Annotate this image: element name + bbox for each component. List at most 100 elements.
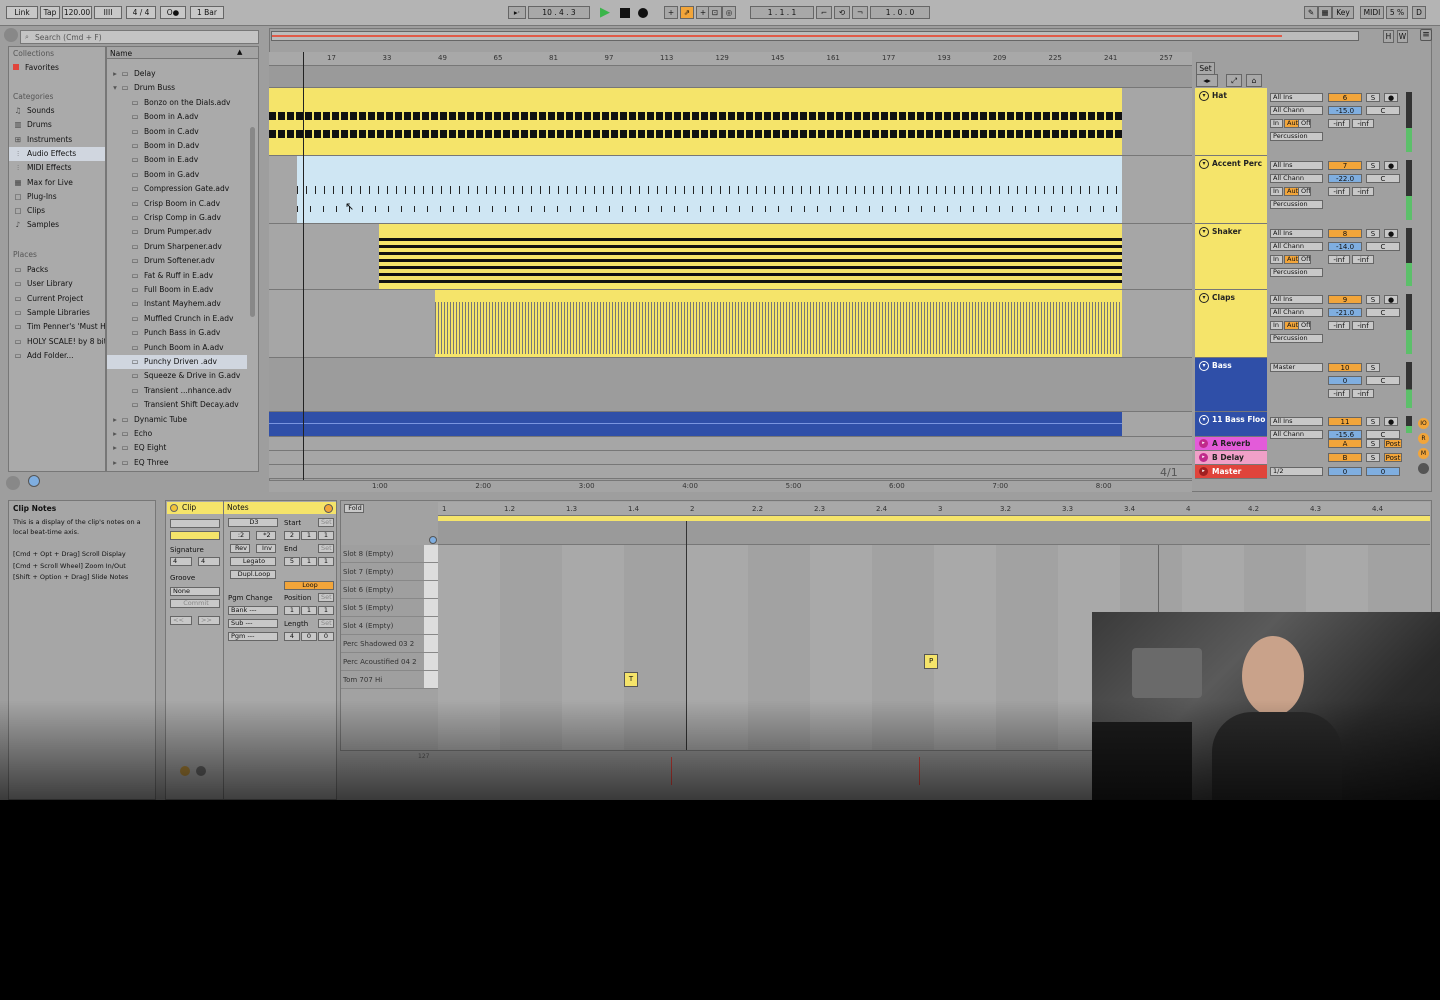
volume-field[interactable]: -21.0 bbox=[1328, 308, 1362, 317]
master-pan-field[interactable]: 0 bbox=[1366, 467, 1400, 476]
fold-track-icon[interactable]: ▾ bbox=[1199, 293, 1209, 303]
browser-item[interactable]: ▸ ▭ EQ Three bbox=[107, 456, 247, 470]
follow-icon[interactable]: ▸· bbox=[508, 6, 526, 19]
track-header[interactable]: ▾ Shaker bbox=[1195, 224, 1267, 290]
input-type-select[interactable]: All Ins bbox=[1270, 295, 1323, 304]
track-header[interactable]: ▾ 11 Bass Floo bbox=[1195, 412, 1267, 437]
browser-item[interactable]: ▭ Crisp Boom in C.adv bbox=[107, 197, 247, 211]
browser-item[interactable]: ▭ Punch Boom in A.adv bbox=[107, 341, 247, 355]
track-lane-master[interactable] bbox=[269, 465, 1192, 479]
cue-out-select[interactable]: 1/2 bbox=[1270, 467, 1323, 476]
browser-item[interactable]: ▭ Boom in E.adv bbox=[107, 153, 247, 167]
io-icon[interactable]: IO bbox=[1418, 418, 1429, 429]
disclosure-icon[interactable]: ▸ bbox=[111, 441, 119, 455]
name-column-header[interactable]: Name bbox=[110, 49, 132, 58]
volume-field[interactable]: -22.0 bbox=[1328, 174, 1362, 183]
track-activator[interactable]: 6 bbox=[1328, 93, 1362, 102]
invert-button[interactable]: Inv bbox=[256, 544, 276, 553]
pan-field[interactable]: C bbox=[1366, 106, 1400, 115]
output-select[interactable]: Percussion bbox=[1270, 132, 1323, 141]
category-item[interactable]: ▥ Drums bbox=[9, 118, 105, 132]
pan-field[interactable]: C bbox=[1366, 376, 1400, 385]
fold-track-icon[interactable]: ▾ bbox=[1199, 159, 1209, 169]
clip-name-field[interactable] bbox=[170, 519, 220, 528]
monitor-off-button[interactable]: Off bbox=[1298, 187, 1311, 196]
place-item[interactable]: ▭ HOLY SCALE! by 8 bit bbox=[9, 335, 105, 349]
fold-icon[interactable]: ⤢ bbox=[1226, 74, 1242, 87]
track-lane-shaker[interactable] bbox=[269, 224, 1192, 290]
drum-lane-label[interactable]: Slot 8 (Empty) bbox=[341, 545, 437, 563]
drum-lane-label[interactable]: Slot 6 (Empty) bbox=[341, 581, 437, 599]
track-lane-bass-floo[interactable] bbox=[269, 412, 1192, 437]
reverse-button[interactable]: Rev bbox=[230, 544, 250, 553]
solo-button[interactable]: S bbox=[1366, 439, 1380, 448]
track-lane-hat[interactable] bbox=[269, 88, 1192, 156]
drum-lane-label[interactable]: Perc Acoustified 04 2 bbox=[341, 653, 437, 671]
master-volume-field[interactable]: 0 bbox=[1328, 467, 1362, 476]
d-icon[interactable] bbox=[1418, 463, 1429, 474]
place-item[interactable]: ▭ User Library bbox=[9, 277, 105, 291]
track-lane-accent-perc[interactable]: ↖ bbox=[269, 156, 1192, 224]
send-a-field[interactable]: -inf bbox=[1328, 119, 1350, 128]
drum-lane-label[interactable]: Perc Shadowed 03 2 bbox=[341, 635, 437, 653]
browser-item[interactable]: ▭ Punchy Driven .adv bbox=[107, 355, 247, 369]
clip-hat[interactable] bbox=[269, 88, 1122, 155]
quantize-select[interactable]: 1 Bar bbox=[190, 6, 224, 19]
category-item[interactable]: ⫶ Audio Effects bbox=[9, 146, 105, 161]
track-lane-claps[interactable] bbox=[269, 290, 1192, 358]
browser-item[interactable]: ▭ Muffled Crunch in E.adv bbox=[107, 312, 247, 326]
return-track-header[interactable]: ▸ B Delay bbox=[1195, 451, 1267, 465]
drum-lane-label[interactable]: Slot 7 (Empty) bbox=[341, 563, 437, 581]
category-item[interactable]: ▢ Clips bbox=[9, 204, 105, 218]
pan-field[interactable]: C bbox=[1366, 242, 1400, 251]
solo-button[interactable]: S bbox=[1366, 363, 1380, 372]
midi-ruler[interactable]: 1 1.2 1.3 1.4 2 2.2 2.3 2.4 3 3.2 3.3 3.4 4 4.2 4.3 4.4 bbox=[438, 502, 1430, 516]
fold-track-icon[interactable]: ▾ bbox=[1199, 361, 1209, 371]
monitor-in-button[interactable]: In bbox=[1270, 255, 1283, 264]
end-set-button[interactable]: Set bbox=[318, 544, 334, 553]
velocity-bar-2[interactable] bbox=[919, 757, 920, 785]
end-field[interactable]: 1 bbox=[318, 557, 334, 566]
w-button[interactable]: W bbox=[1397, 30, 1408, 43]
disclosure-icon[interactable]: ▾ bbox=[111, 81, 119, 95]
signature-den[interactable]: 4 bbox=[198, 557, 220, 566]
midi-note[interactable]: T bbox=[624, 672, 638, 687]
position-field[interactable]: 1 bbox=[318, 606, 334, 615]
stop-icon[interactable] bbox=[620, 8, 630, 18]
input-channel-select[interactable]: All Chann bbox=[1270, 106, 1323, 115]
scrub-area[interactable] bbox=[269, 66, 1192, 88]
place-item[interactable]: ▭ Tim Penner's 'Must H bbox=[9, 320, 105, 334]
volume-field[interactable]: 0 bbox=[1328, 376, 1362, 385]
clip-accent-perc[interactable] bbox=[297, 156, 1122, 223]
overview-bar[interactable] bbox=[271, 31, 1359, 41]
clip-color-select[interactable] bbox=[170, 531, 220, 540]
place-item[interactable]: ▭ Add Folder... bbox=[9, 349, 105, 363]
browser-item[interactable]: ▭ Transient ...nhance.adv bbox=[107, 384, 247, 398]
capture-icon[interactable]: ⊡ bbox=[708, 6, 722, 19]
disclosure-icon[interactable]: ▸ bbox=[111, 67, 119, 81]
track-header[interactable]: ▾ Hat bbox=[1195, 88, 1267, 156]
browser-item[interactable]: ▭ Bonzo on the Dials.adv bbox=[107, 96, 247, 110]
keyboard-icon[interactable]: ▦ bbox=[1318, 6, 1332, 19]
return-activator[interactable]: A bbox=[1328, 439, 1362, 448]
legato-button[interactable]: Legato bbox=[230, 557, 276, 566]
solo-button[interactable]: S bbox=[1366, 417, 1380, 426]
disclosure-icon[interactable]: ▸ bbox=[111, 456, 119, 470]
drum-lane-label[interactable]: Tom 707 Hi bbox=[341, 671, 437, 689]
send-b-field[interactable]: -inf bbox=[1352, 321, 1374, 330]
input-channel-select[interactable]: All Chann bbox=[1270, 430, 1323, 439]
send-a-field[interactable]: -inf bbox=[1328, 321, 1350, 330]
length-set-button[interactable]: Set bbox=[318, 619, 334, 628]
h-button[interactable]: H bbox=[1383, 30, 1394, 43]
monitor-in-button[interactable]: In bbox=[1270, 119, 1283, 128]
sort-icon[interactable]: ▲ bbox=[237, 48, 242, 56]
song-position-field[interactable]: 10 . 4 . 3 bbox=[528, 6, 590, 19]
start-field[interactable]: 2 bbox=[284, 531, 300, 540]
browser-item[interactable]: ▭ Full Boom in E.adv bbox=[107, 283, 247, 297]
sub-field[interactable]: Sub --- bbox=[228, 619, 278, 628]
midi-scrub-area[interactable] bbox=[438, 521, 1430, 545]
clip-bass-floo[interactable] bbox=[269, 412, 1122, 436]
lock-icon[interactable]: ⌂ bbox=[1246, 74, 1262, 87]
fold-track-icon[interactable]: ▾ bbox=[1199, 91, 1209, 101]
arm-icon[interactable]: ● bbox=[1384, 93, 1398, 102]
